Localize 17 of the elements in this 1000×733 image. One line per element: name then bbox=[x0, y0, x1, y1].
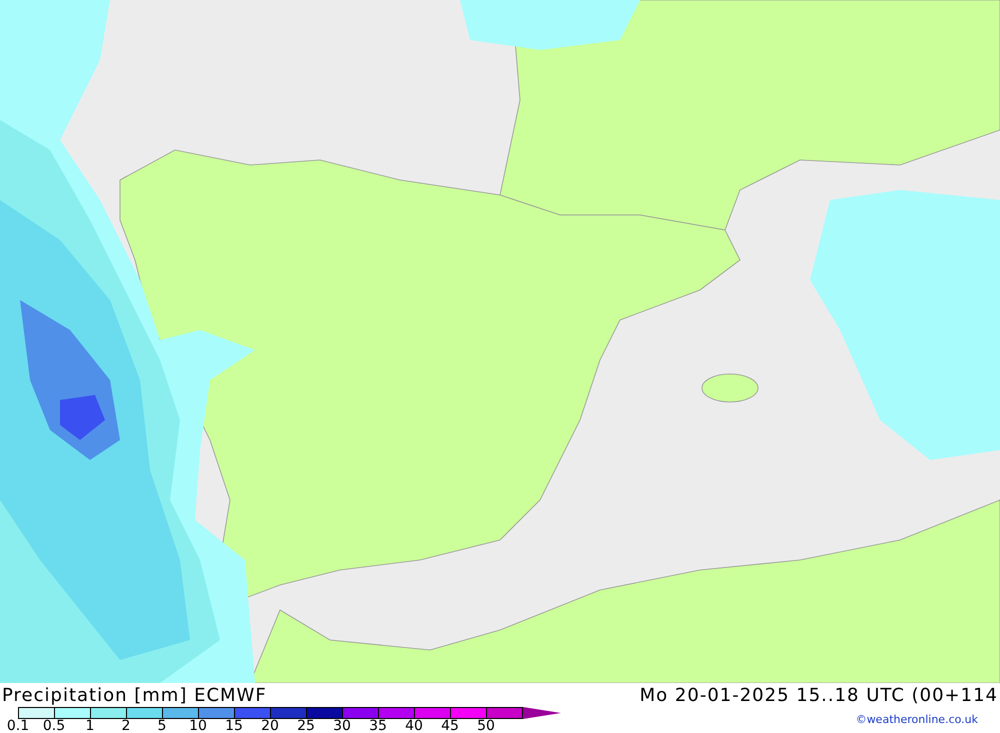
scale-label: 15 bbox=[224, 719, 244, 733]
scale-label: 30 bbox=[332, 719, 352, 733]
scale-label: 20 bbox=[260, 719, 280, 733]
scale-label: 45 bbox=[440, 719, 460, 733]
scale-label: 2 bbox=[120, 719, 132, 733]
copyright-text: ©weatheronline.co.uk bbox=[856, 713, 978, 726]
scale-label: 0.1 bbox=[6, 719, 30, 733]
scale-label: 10 bbox=[188, 719, 208, 733]
scale-label: 5 bbox=[156, 719, 168, 733]
scale-label: 40 bbox=[404, 719, 424, 733]
scale-label: 0.5 bbox=[42, 719, 66, 733]
scale-label: 25 bbox=[296, 719, 316, 733]
scale-label: 50 bbox=[476, 719, 496, 733]
valid-time: Mo 20-01-2025 15..18 UTC (00+114 bbox=[640, 684, 998, 706]
map-title: Precipitation [mm] ECMWF bbox=[2, 684, 267, 706]
scale-label: 1 bbox=[84, 719, 96, 733]
scale-label: 35 bbox=[368, 719, 388, 733]
